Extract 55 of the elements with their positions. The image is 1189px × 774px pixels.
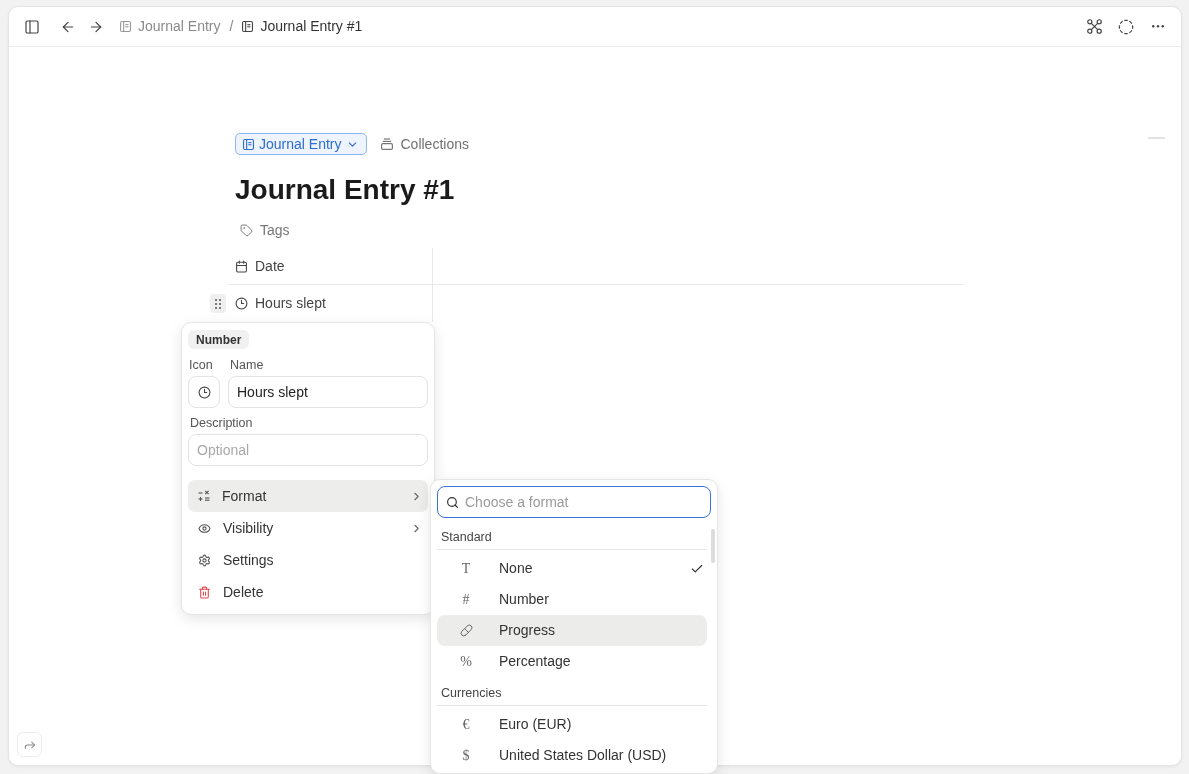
- format-symbol: T: [461, 560, 471, 578]
- calendar-icon: [235, 259, 248, 273]
- trash-icon: [198, 585, 211, 599]
- sidebar-icon: [24, 18, 40, 35]
- graph-icon: [1086, 19, 1102, 34]
- clock-icon: [235, 297, 248, 310]
- tags-button[interactable]: Tags: [235, 214, 290, 246]
- math-operators-icon: [198, 490, 210, 502]
- format-option[interactable]: # Number: [437, 584, 707, 615]
- template-badge[interactable]: Journal Entry: [235, 133, 368, 155]
- section-header: Currencies: [441, 685, 502, 703]
- format-symbol: %: [460, 653, 472, 671]
- menu-item[interactable]: Settings: [188, 544, 428, 576]
- format-option[interactable]: $ United States Dollar (USD): [437, 740, 707, 771]
- format-symbol: #: [462, 591, 470, 609]
- drag-handle[interactable]: [210, 294, 226, 313]
- document-icon: [242, 21, 254, 32]
- search-field[interactable]: Choose a format: [437, 486, 711, 518]
- section-header: Standard: [441, 529, 492, 547]
- scrollbar-thumb[interactable]: [711, 529, 715, 563]
- pill-icon: [459, 624, 473, 637]
- document-icon: [243, 138, 254, 150]
- format-option[interactable]: € Euro (EUR): [437, 709, 707, 740]
- breadcrumb-link[interactable]: Journal Entry: [120, 16, 221, 37]
- name-input[interactable]: Hours slept: [228, 376, 428, 408]
- grip-icon: [215, 298, 221, 309]
- icon-picker-button[interactable]: [188, 376, 220, 408]
- field-label: Name: [229, 357, 265, 373]
- collections-link[interactable]: Collections: [381, 133, 469, 155]
- property-label[interactable]: Hours slept: [235, 293, 326, 314]
- tag-icon: [240, 223, 253, 237]
- field-label: Icon: [188, 357, 214, 373]
- search-icon: [446, 495, 459, 509]
- document-icon: [120, 21, 131, 32]
- description-input[interactable]: Optional: [188, 434, 428, 466]
- format-option[interactable]: T None: [437, 553, 707, 584]
- breadcrumb-link[interactable]: Journal Entry #1: [242, 16, 363, 37]
- page-title[interactable]: Journal Entry #1: [235, 172, 455, 208]
- format-symbol: €: [462, 716, 470, 734]
- eye-icon: [198, 521, 211, 535]
- breadcrumb-separator: /: [229, 17, 234, 36]
- menu-item[interactable]: Format: [188, 480, 428, 512]
- type-chip: Number: [188, 330, 250, 349]
- stack-icon: [381, 138, 394, 150]
- field-label: Description: [189, 415, 254, 431]
- ellipsis-icon: [1152, 25, 1164, 28]
- menu-item[interactable]: Delete: [188, 576, 428, 608]
- settings-icon: [198, 553, 211, 567]
- format-option[interactable]: % Percentage: [437, 646, 707, 677]
- clock-icon: [197, 385, 211, 399]
- format-symbol: $: [462, 747, 470, 765]
- menu-item[interactable]: Visibility: [188, 512, 428, 544]
- property-label[interactable]: Date: [235, 255, 285, 277]
- format-option[interactable]: Progress: [437, 615, 707, 646]
- dashed-circle-icon: [1118, 18, 1134, 35]
